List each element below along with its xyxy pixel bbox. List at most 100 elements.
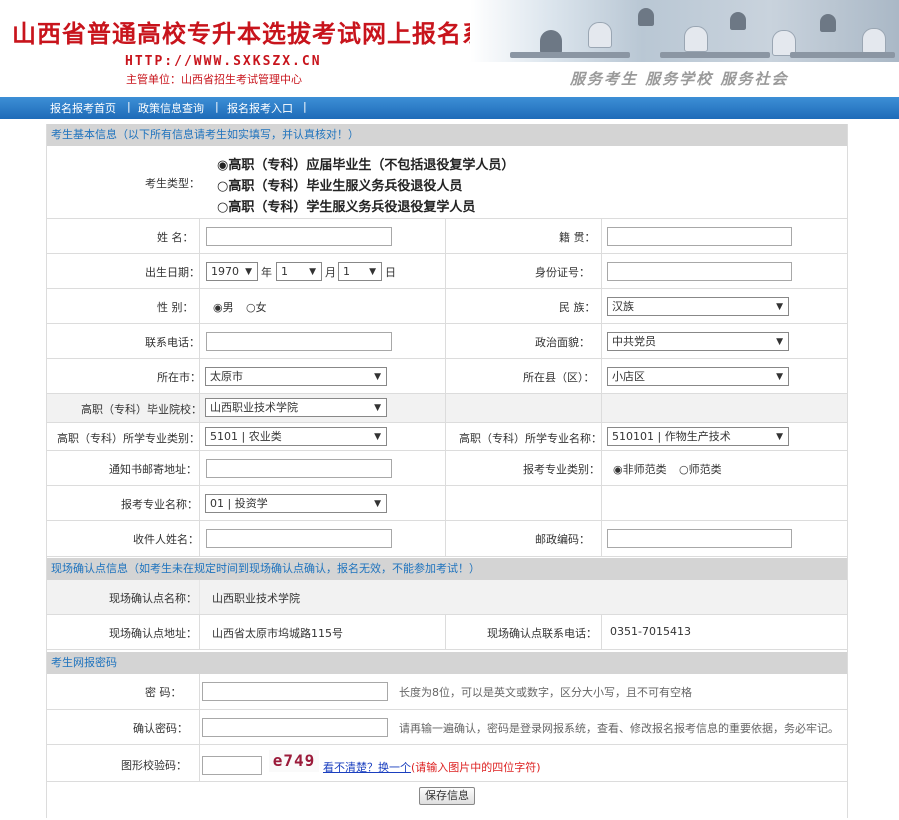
captcha-row: 图形校验码： e749 看不清楚？换一个 (请输入图片中的四位字符)	[47, 745, 847, 782]
name-row: 姓 名： 籍 贯：	[47, 219, 847, 254]
city-select[interactable]: 太原市 ▼	[205, 367, 387, 386]
captcha-image: e749	[269, 750, 319, 772]
major-row: 高职（专科）所学专业类别： 5101 | 农业类 ▼ 高职（专科）所学专业名称： …	[47, 423, 847, 451]
student-figure	[638, 8, 654, 26]
id-number-input[interactable]	[607, 262, 792, 281]
exam-room-photo	[470, 0, 899, 62]
apply-major-label: 报考专业名称：	[121, 498, 198, 511]
birth-month-select[interactable]: 1 ▼	[276, 262, 322, 281]
name-input[interactable]	[206, 227, 392, 246]
site-url: HTTP://WWW.SXKSZX.CN	[125, 54, 322, 69]
confirm-password-label: 确认密码：	[133, 722, 188, 735]
page: 山西省普通高校专升本选拔考试网上报名系统 HTTP://WWW.SXKSZX.C…	[0, 0, 899, 820]
recipient-input[interactable]	[206, 529, 392, 548]
confirm-password-row: 确认密码： 请再输一遍确认，密码是登录网报系统，查看、修改报名报考信息的重要依据…	[47, 710, 847, 745]
organizer-text: 主管单位：山西省招生考试管理中心	[126, 73, 302, 86]
desk	[510, 52, 630, 58]
confirm-password-hint: 请再输一遍确认，密码是登录网报系统，查看、修改报名报考信息的重要依据，务必牢记。	[399, 722, 839, 735]
college-row: 高职（专科）毕业院校： 山西职业技术学院 ▼	[47, 394, 847, 423]
year-unit: 年	[261, 266, 272, 279]
confirm-site-phone-label: 现场确认点联系电话：	[487, 627, 597, 640]
password-label: 密 码：	[145, 686, 182, 699]
student-figure	[684, 26, 708, 52]
confirm-site-name-label: 现场确认点名称：	[109, 592, 197, 605]
password-hint: 长度为8位，可以是英文或数字，区分大小写，且不可有空格	[399, 686, 692, 699]
exam-type-option-1[interactable]: ◉高职（专科）应届毕业生（不包括退役复学人员）	[217, 154, 514, 173]
recipient-row: 收件人姓名： 邮政编码：	[47, 521, 847, 557]
password-input[interactable]	[202, 682, 388, 701]
recipient-label: 收件人姓名：	[133, 533, 199, 546]
native-place-label: 籍 贯：	[559, 231, 596, 244]
day-unit: 日	[385, 266, 396, 279]
radio-unselected-icon: ○	[679, 463, 689, 476]
chevron-down-icon: ▼	[374, 403, 381, 413]
section-basic-info: 考生基本信息（以下所有信息请考生如实填写，并认真核对！）	[47, 124, 847, 146]
normal-radio[interactable]: ○师范类	[679, 461, 722, 477]
student-figure	[820, 14, 836, 32]
radio-unselected-icon: ○	[217, 200, 229, 215]
chevron-down-icon: ▼	[374, 432, 381, 442]
section-confirm-site: 现场确认点信息（如考生未在规定时间到现场确认点确认，报名无效，不能参加考试！）	[47, 558, 847, 580]
nav-separator: |	[303, 100, 307, 113]
name-label: 姓 名：	[157, 231, 194, 244]
site-title: 山西省普通高校专升本选拔考试网上报名系统	[12, 20, 512, 48]
chevron-down-icon: ▼	[776, 372, 783, 382]
confirm-site-name-row: 现场确认点名称： 山西职业技术学院	[47, 580, 847, 615]
gender-female-radio[interactable]: ○女	[246, 299, 267, 315]
password-row: 密 码： 长度为8位，可以是英文或数字，区分大小写，且不可有空格	[47, 674, 847, 710]
county-select[interactable]: 小店区 ▼	[607, 367, 789, 386]
major-category-label: 高职（专科）所学专业类别：	[57, 432, 200, 445]
confirm-site-address-row: 现场确认点地址： 山西省太原市坞城路115号 现场确认点联系电话： 0351-7…	[47, 615, 847, 650]
phone-label: 联系电话：	[145, 336, 200, 349]
birth-year-select[interactable]: 1970 ▼	[206, 262, 258, 281]
gender-male-radio[interactable]: ◉男	[213, 299, 234, 315]
major-category-select[interactable]: 5101 | 农业类 ▼	[205, 427, 387, 446]
radio-unselected-icon: ○	[217, 179, 229, 194]
phone-row: 联系电话： 政治面貌： 中共党员 ▼	[47, 324, 847, 359]
nav-separator: |	[215, 100, 219, 113]
chevron-down-icon: ▼	[374, 499, 381, 509]
exam-type-option-label: 高职（专科）毕业生服义务兵役退役人员	[228, 179, 463, 194]
non-normal-radio[interactable]: ◉非师范类	[613, 461, 667, 477]
save-button[interactable]: 保存信息	[419, 787, 475, 805]
chevron-down-icon: ▼	[309, 267, 316, 277]
registration-form: 考生基本信息（以下所有信息请考生如实填写，并认真核对！） 考生类型： ◉高职（专…	[46, 124, 848, 818]
apply-major-select[interactable]: 01 | 投资学 ▼	[205, 494, 387, 513]
exam-type-label: 考生类型：	[145, 177, 200, 190]
gender-label: 性 别：	[157, 301, 194, 314]
student-figure	[540, 30, 562, 54]
nav-register[interactable]: 报名报考入口	[227, 100, 293, 116]
postcode-input[interactable]	[607, 529, 792, 548]
top-nav: 报名报考首页 | 政策信息查询 | 报名报考入口 |	[0, 97, 899, 119]
political-status-select[interactable]: 中共党员 ▼	[607, 332, 789, 351]
ethnicity-select[interactable]: 汉族 ▼	[607, 297, 789, 316]
native-place-input[interactable]	[607, 227, 792, 246]
exam-type-option-3[interactable]: ○高职（专科）学生服义务兵役退役复学人员	[217, 196, 475, 215]
confirm-password-input[interactable]	[202, 718, 388, 737]
phone-input[interactable]	[206, 332, 392, 351]
mail-address-input[interactable]	[206, 459, 392, 478]
nav-home[interactable]: 报名报考首页	[50, 100, 116, 116]
id-number-label: 身份证号：	[535, 266, 590, 279]
postcode-label: 邮政编码：	[535, 533, 590, 546]
month-unit: 月	[325, 266, 336, 279]
chevron-down-icon: ▼	[374, 372, 381, 382]
apply-major-type-label: 报考专业类别：	[523, 463, 600, 476]
birth-day-select[interactable]: 1 ▼	[338, 262, 382, 281]
captcha-hint: (请输入图片中的四位字符)	[411, 761, 541, 774]
captcha-refresh-link[interactable]: 看不清楚？换一个	[323, 759, 411, 775]
site-header: 山西省普通高校专升本选拔考试网上报名系统 HTTP://WWW.SXKSZX.C…	[0, 0, 899, 98]
birth-row: 出生日期： 1970 ▼ 年 1 ▼ 月 1 ▼ 日 身份证号：	[47, 254, 847, 289]
radio-selected-icon: ◉	[613, 463, 623, 476]
major-name-select[interactable]: 510101 | 作物生产技术 ▼	[607, 427, 789, 446]
exam-type-option-2[interactable]: ○高职（专科）毕业生服义务兵役退役人员	[217, 175, 462, 194]
mail-address-label: 通知书邮寄地址：	[109, 463, 197, 476]
county-label: 所在县（区）：	[523, 371, 595, 384]
confirm-site-phone: 0351-7015413	[610, 625, 691, 638]
college-select[interactable]: 山西职业技术学院 ▼	[205, 398, 387, 417]
gender-row: 性 别： ◉男 ○女 民 族： 汉族 ▼	[47, 289, 847, 324]
nav-policy[interactable]: 政策信息查询	[138, 100, 204, 116]
mail-row: 通知书邮寄地址： 报考专业类别： ◉非师范类 ○师范类	[47, 451, 847, 486]
college-label: 高职（专科）毕业院校：	[81, 403, 202, 416]
captcha-input[interactable]	[202, 756, 262, 775]
